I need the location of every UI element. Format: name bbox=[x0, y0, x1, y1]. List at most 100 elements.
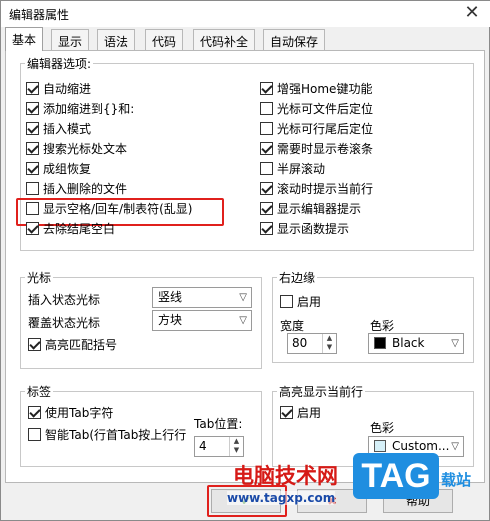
option-checkbox[interactable]: 滚动时提示当前行 bbox=[260, 181, 373, 197]
option-checkbox[interactable]: 搜索光标处文本 bbox=[26, 141, 127, 157]
color-swatch bbox=[374, 337, 386, 349]
checkbox-box bbox=[280, 406, 293, 419]
checkbox-box bbox=[260, 162, 273, 175]
watermark-url: www.tagxp.com bbox=[227, 491, 336, 505]
tab-basic[interactable]: 基本 bbox=[5, 27, 44, 51]
cursor-legend: 光标 bbox=[27, 271, 52, 285]
right-margin-color-label: 色彩 bbox=[370, 319, 395, 333]
overwrite-cursor-value: 方块 bbox=[158, 313, 183, 327]
tag-logo: TAG bbox=[353, 453, 439, 499]
right-margin-legend: 右边缘 bbox=[279, 271, 316, 285]
checkbox-box bbox=[260, 82, 273, 95]
option-checkbox[interactable]: 显示编辑器提示 bbox=[260, 201, 361, 217]
tab-code-completion[interactable]: 代码补全 bbox=[193, 29, 256, 50]
tab-panel-basic: 编辑器选项: 光标 插入状态光标 竖线 ▽ 覆盖状态光标 方块 ▽ 高亮匹配括号… bbox=[5, 50, 485, 483]
checkbox-box bbox=[260, 202, 273, 215]
window-title: 编辑器属性 bbox=[9, 8, 70, 22]
checkbox-label: 光标可文件后定位 bbox=[277, 102, 374, 116]
editor-properties-dialog: 编辑器属性 ✕ 基本 显示 语法 代码 代码补全 自动保存 编辑器选项: 光标 … bbox=[0, 0, 490, 521]
checkbox-box bbox=[26, 142, 39, 155]
overwrite-cursor-select[interactable]: 方块 ▽ bbox=[152, 310, 252, 331]
spinner-arrows-icon[interactable]: ▲ ▼ bbox=[229, 437, 243, 456]
checkbox-box bbox=[26, 182, 39, 195]
chevron-down-icon: ▽ bbox=[451, 441, 459, 452]
checkbox-box bbox=[26, 82, 39, 95]
tab-syntax[interactable]: 语法 bbox=[97, 29, 136, 50]
checkbox-label: 增强Home键功能 bbox=[277, 82, 373, 96]
checkbox-box bbox=[260, 182, 273, 195]
checkbox-label: 智能Tab(行首Tab按上行行 bbox=[45, 428, 187, 442]
right-margin-width-spinner[interactable]: 80 ▲ ▼ bbox=[287, 333, 337, 354]
watermark-site-name: 电脑技术网 bbox=[233, 463, 338, 488]
checkbox-label: 显示函数提示 bbox=[277, 222, 350, 236]
checkbox-label: 高亮匹配括号 bbox=[45, 338, 118, 352]
checkbox-box bbox=[26, 202, 39, 215]
checkbox-label: 成组恢复 bbox=[43, 162, 92, 176]
chevron-down-icon: ▽ bbox=[239, 315, 247, 326]
checkbox-box bbox=[26, 102, 39, 115]
option-checkbox[interactable]: 添加缩进到{}和: bbox=[26, 101, 134, 117]
option-checkbox[interactable]: 需要时显示卷滚条 bbox=[260, 141, 373, 157]
checkbox-label: 需要时显示卷滚条 bbox=[277, 142, 374, 156]
insert-cursor-select[interactable]: 竖线 ▽ bbox=[152, 287, 252, 308]
smart-tab-checkbox[interactable]: 智能Tab(行首Tab按上行行 bbox=[28, 427, 186, 443]
checkbox-box bbox=[260, 122, 273, 135]
option-checkbox[interactable]: 自动缩进 bbox=[26, 81, 91, 97]
checkbox-label: 启用 bbox=[297, 295, 322, 309]
tab-settings-legend: 标签 bbox=[27, 385, 52, 399]
tab-code[interactable]: 代码 bbox=[145, 29, 184, 50]
checkbox-label: 半屏滚动 bbox=[277, 162, 326, 176]
checkbox-box bbox=[260, 222, 273, 235]
color-swatch bbox=[374, 440, 386, 452]
checkbox-box bbox=[28, 338, 41, 351]
chevron-down-icon: ▽ bbox=[451, 338, 459, 349]
overwrite-cursor-label: 覆盖状态光标 bbox=[28, 316, 101, 330]
right-margin-enable-checkbox[interactable]: 启用 bbox=[280, 294, 321, 310]
tab-autosave[interactable]: 自动保存 bbox=[263, 29, 326, 50]
option-checkbox[interactable]: 显示函数提示 bbox=[260, 221, 349, 237]
checkbox-label: 自动缩进 bbox=[43, 82, 92, 96]
checkbox-box bbox=[260, 102, 273, 115]
width-value: 80 bbox=[292, 336, 308, 350]
insert-cursor-label: 插入状态光标 bbox=[28, 293, 101, 307]
option-checkbox[interactable]: 光标可文件后定位 bbox=[260, 101, 373, 117]
right-margin-color-select[interactable]: Black ▽ bbox=[368, 333, 464, 354]
option-checkbox[interactable]: 显示空格/回车/制表符(乱显) bbox=[26, 201, 192, 217]
right-margin-color-value: Black bbox=[392, 336, 425, 350]
checkbox-box bbox=[26, 162, 39, 175]
checkbox-label: 插入删除的文件 bbox=[43, 182, 128, 196]
checkbox-label: 启用 bbox=[297, 406, 322, 420]
checkbox-label: 显示空格/回车/制表符(乱显) bbox=[43, 202, 193, 216]
spinner-arrows-icon[interactable]: ▲ ▼ bbox=[322, 334, 336, 353]
option-checkbox[interactable]: 插入删除的文件 bbox=[26, 181, 127, 197]
chevron-down-icon: ▽ bbox=[239, 292, 247, 303]
checkbox-box bbox=[26, 222, 39, 235]
highlight-line-enable-checkbox[interactable]: 启用 bbox=[280, 405, 321, 421]
checkbox-label: 添加缩进到{}和: bbox=[43, 102, 135, 116]
editor-options-legend: 编辑器选项: bbox=[27, 57, 92, 71]
checkbox-label: 插入模式 bbox=[43, 122, 92, 136]
tab-position-value: 4 bbox=[199, 439, 207, 453]
option-checkbox[interactable]: 半屏滚动 bbox=[260, 161, 325, 177]
title-bar: 编辑器属性 ✕ bbox=[1, 1, 490, 27]
option-checkbox[interactable]: 增强Home键功能 bbox=[260, 81, 372, 97]
highlight-brackets-checkbox[interactable]: 高亮匹配括号 bbox=[28, 337, 117, 353]
checkbox-box bbox=[28, 406, 41, 419]
tab-position-spinner[interactable]: 4 ▲ ▼ bbox=[194, 436, 244, 457]
checkbox-box bbox=[26, 122, 39, 135]
highlight-line-color-label: 色彩 bbox=[370, 421, 395, 435]
checkbox-label: 光标可行尾后定位 bbox=[277, 122, 374, 136]
watermark-logo-suffix: 载站 bbox=[441, 471, 472, 489]
option-checkbox[interactable]: 插入模式 bbox=[26, 121, 91, 137]
tab-display[interactable]: 显示 bbox=[51, 29, 90, 50]
close-icon[interactable]: ✕ bbox=[461, 3, 483, 25]
option-checkbox[interactable]: 去除结尾空白 bbox=[26, 221, 115, 237]
option-checkbox[interactable]: 光标可行尾后定位 bbox=[260, 121, 373, 137]
checkbox-box bbox=[28, 428, 41, 441]
use-tab-char-checkbox[interactable]: 使用Tab字符 bbox=[28, 405, 113, 421]
tab-position-label: Tab位置: bbox=[194, 417, 243, 431]
option-checkbox[interactable]: 成组恢复 bbox=[26, 161, 91, 177]
right-margin-width-label: 宽度 bbox=[280, 319, 305, 333]
checkbox-label: 去除结尾空白 bbox=[43, 222, 116, 236]
highlight-line-legend: 高亮显示当前行 bbox=[279, 385, 364, 399]
